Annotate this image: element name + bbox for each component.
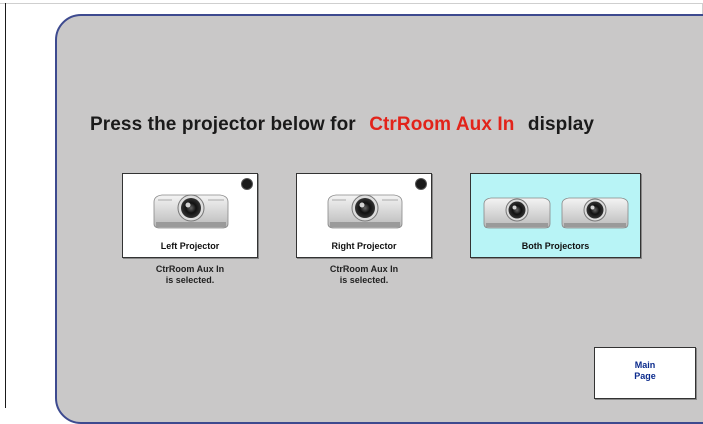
frame-top-line <box>0 3 703 4</box>
both-projectors-label: Both Projectors <box>521 241 590 251</box>
projector-icon <box>327 194 403 229</box>
status-dot-icon <box>241 178 253 190</box>
projector-icon <box>561 197 629 229</box>
left-projector-status: CtrRoom Aux In is selected. <box>122 264 258 286</box>
left-projector-button[interactable]: Left Projector <box>122 173 258 258</box>
left-status-line2: is selected. <box>165 275 215 285</box>
right-projector-status: CtrRoom Aux In is selected. <box>296 264 432 286</box>
main-page-button[interactable]: Main Page <box>594 347 696 399</box>
main-page-label: Main Page <box>595 360 695 382</box>
both-projectors-button[interactable]: Both Projectors <box>470 173 641 258</box>
projector-icon <box>153 194 229 229</box>
prompt-suffix: display <box>527 114 595 135</box>
right-status-line2: is selected. <box>339 275 389 285</box>
frame-left-line <box>5 3 6 408</box>
page-title: Press the projector below for CtrRoom Au… <box>90 114 594 136</box>
main-page-line1: Main <box>634 360 656 370</box>
projector-icon <box>483 197 551 229</box>
right-projector-label: Right Projector <box>331 241 397 251</box>
right-status-line1: CtrRoom Aux In <box>329 264 399 274</box>
source-name: CtrRoom Aux In <box>369 114 515 135</box>
status-dot-icon <box>415 178 427 190</box>
left-projector-label: Left Projector <box>160 241 220 251</box>
prompt-prefix: Press the projector below for <box>90 114 356 135</box>
right-projector-button[interactable]: Right Projector <box>296 173 432 258</box>
left-status-line1: CtrRoom Aux In <box>155 264 225 274</box>
main-page-line2: Page <box>634 371 656 381</box>
